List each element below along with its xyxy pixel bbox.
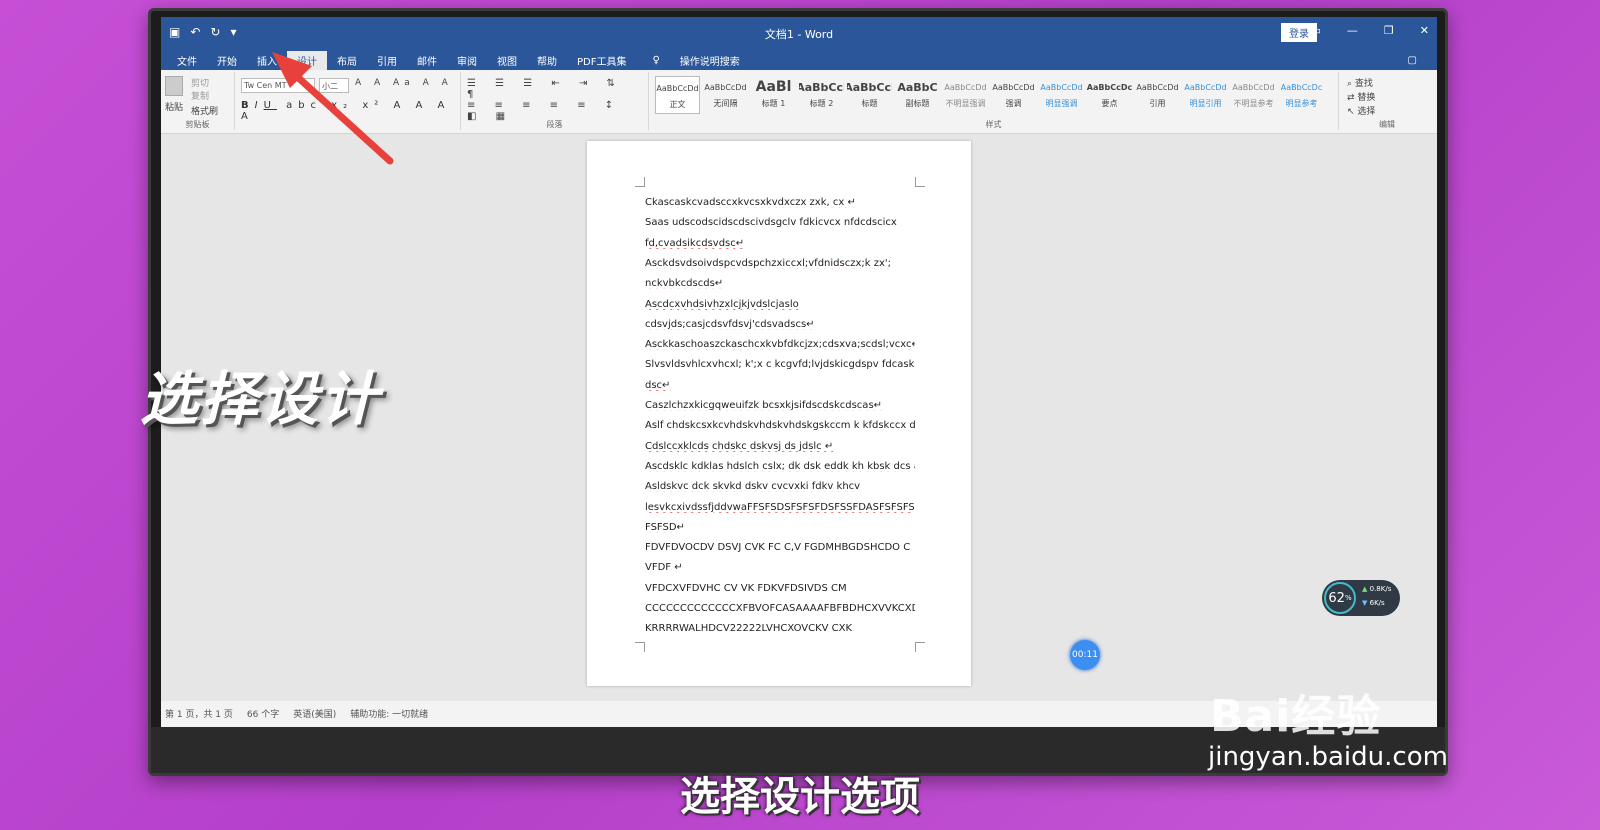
download-speed: ▼ 6K/s	[1362, 599, 1385, 607]
download-speed-unit: K/s	[1374, 599, 1385, 607]
speed-percent-value: 62	[1328, 590, 1345, 606]
speed-percent-unit: %	[1344, 594, 1352, 602]
upload-arrow-icon: ▲	[1362, 585, 1368, 593]
download-arrow-icon: ▼	[1362, 599, 1368, 607]
upload-speed: ▲ 0.8K/s	[1362, 585, 1391, 593]
subtitle-caption: 选择设计选项	[680, 774, 920, 820]
arrow-shaft	[288, 68, 394, 165]
big-caption: 选择设计	[140, 365, 381, 433]
recording-timer: 00:11	[1070, 640, 1100, 670]
upload-speed-value: 0.8	[1369, 585, 1381, 593]
speed-percent: 62%	[1324, 582, 1356, 614]
baidu-watermark: Bai经验	[1210, 691, 1382, 742]
upload-speed-unit: K/s	[1380, 585, 1392, 593]
network-speed-widget: 62% ▲ 0.8K/s ▼ 6K/s	[1322, 580, 1400, 616]
